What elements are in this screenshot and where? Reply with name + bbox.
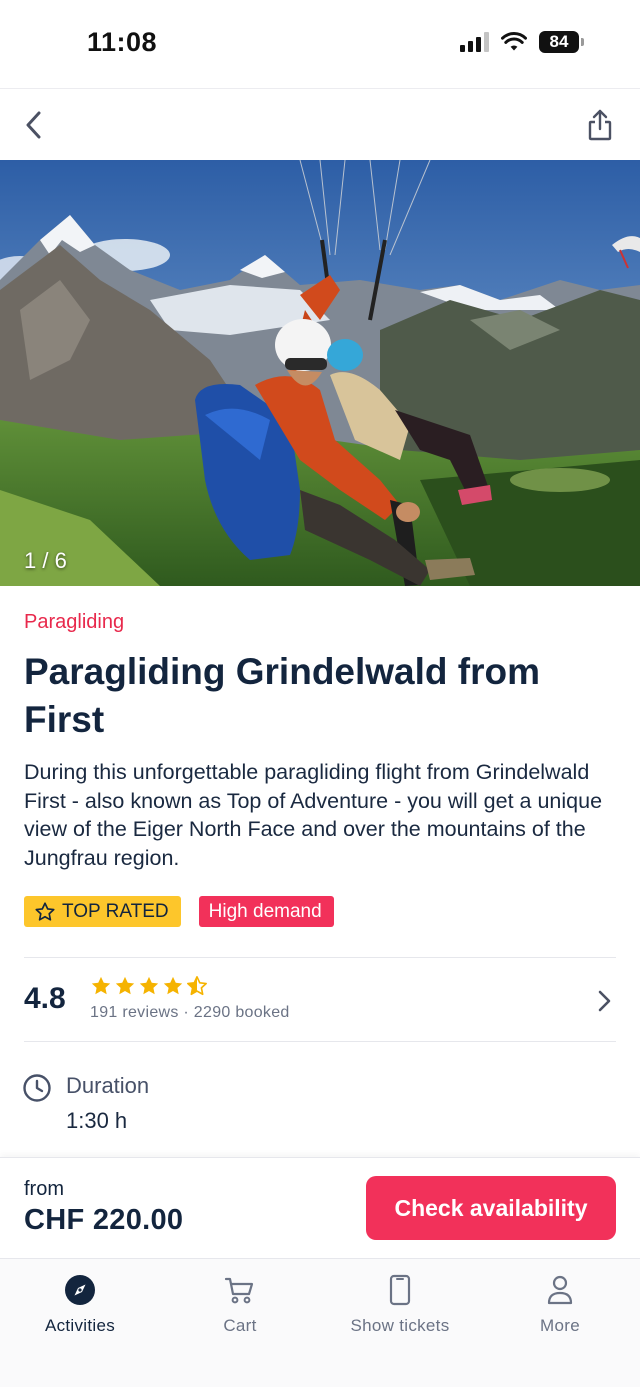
rating-row[interactable]: 4.8 191 reviews · 2290 booked <box>24 957 616 1042</box>
rating-stars <box>90 975 208 997</box>
clock-icon <box>23 1074 51 1102</box>
duration-section: Duration 1:30 h <box>22 1070 616 1158</box>
duration-value: 1:30 h <box>66 1108 128 1133</box>
chevron-left-icon <box>26 111 41 139</box>
gallery-counter: 1 / 6 <box>24 548 67 573</box>
share-icon <box>588 109 612 141</box>
high-demand-label: High demand <box>208 900 322 922</box>
status-time: 11:08 <box>87 27 158 57</box>
tab-activities[interactable]: Activities <box>0 1273 160 1343</box>
battery-level: 84 <box>539 31 579 53</box>
activity-description: During this unforgettable paragliding fl… <box>24 760 603 870</box>
page-title: Paragliding Grindelwald from First <box>24 651 541 740</box>
tab-label-cart: Cart <box>223 1316 257 1335</box>
duration-label: Duration <box>66 1073 150 1098</box>
check-availability-button[interactable]: Check availability <box>366 1176 616 1240</box>
tab-show-tickets[interactable]: Show tickets <box>320 1273 480 1343</box>
tab-label-show-tickets: Show tickets <box>350 1316 450 1335</box>
price-value: CHF 220.00 <box>24 1204 184 1236</box>
high-demand-badge: High demand <box>198 896 334 927</box>
signal-icon <box>460 32 489 52</box>
tab-more[interactable]: More <box>480 1273 640 1343</box>
star-icon <box>91 976 111 995</box>
category-label[interactable]: Paragliding <box>24 611 124 634</box>
hero-image[interactable]: 1 / 6 <box>0 160 640 586</box>
paragliding-photo <box>0 160 640 586</box>
rating-meta: 191 reviews · 2290 booked <box>90 1004 290 1021</box>
star-outline-icon <box>35 901 55 921</box>
share-button[interactable] <box>582 105 618 145</box>
star-icon <box>139 976 159 995</box>
top-rated-badge: TOP RATED <box>24 896 181 927</box>
tab-label-activities: Activities <box>44 1316 116 1335</box>
nav-header <box>0 88 640 160</box>
price-from-label: from <box>24 1178 64 1200</box>
person-icon <box>547 1275 573 1305</box>
tab-cart[interactable]: Cart <box>160 1273 320 1343</box>
booking-bar: from CHF 220.00 Check availability <box>0 1157 640 1258</box>
star-icon <box>115 976 135 995</box>
rating-score: 4.8 <box>24 982 66 1015</box>
chevron-right-icon <box>598 990 611 1012</box>
status-bar: 11:08 84 <box>0 0 640 88</box>
compass-icon <box>65 1275 95 1305</box>
tab-bar: Activities Cart Show tickets More <box>0 1258 640 1387</box>
back-button[interactable] <box>18 105 50 145</box>
tab-label-more: More <box>540 1316 580 1335</box>
wifi-icon <box>501 32 527 51</box>
battery-icon: 84 <box>539 31 584 53</box>
phone-ticket-icon <box>389 1274 411 1306</box>
status-icons: 84 <box>460 31 584 53</box>
cart-icon <box>224 1277 254 1304</box>
star-half-icon <box>187 976 207 996</box>
badges: TOP RATED High demand <box>24 896 334 927</box>
star-icon <box>163 976 183 995</box>
top-rated-label: TOP RATED <box>62 900 169 922</box>
